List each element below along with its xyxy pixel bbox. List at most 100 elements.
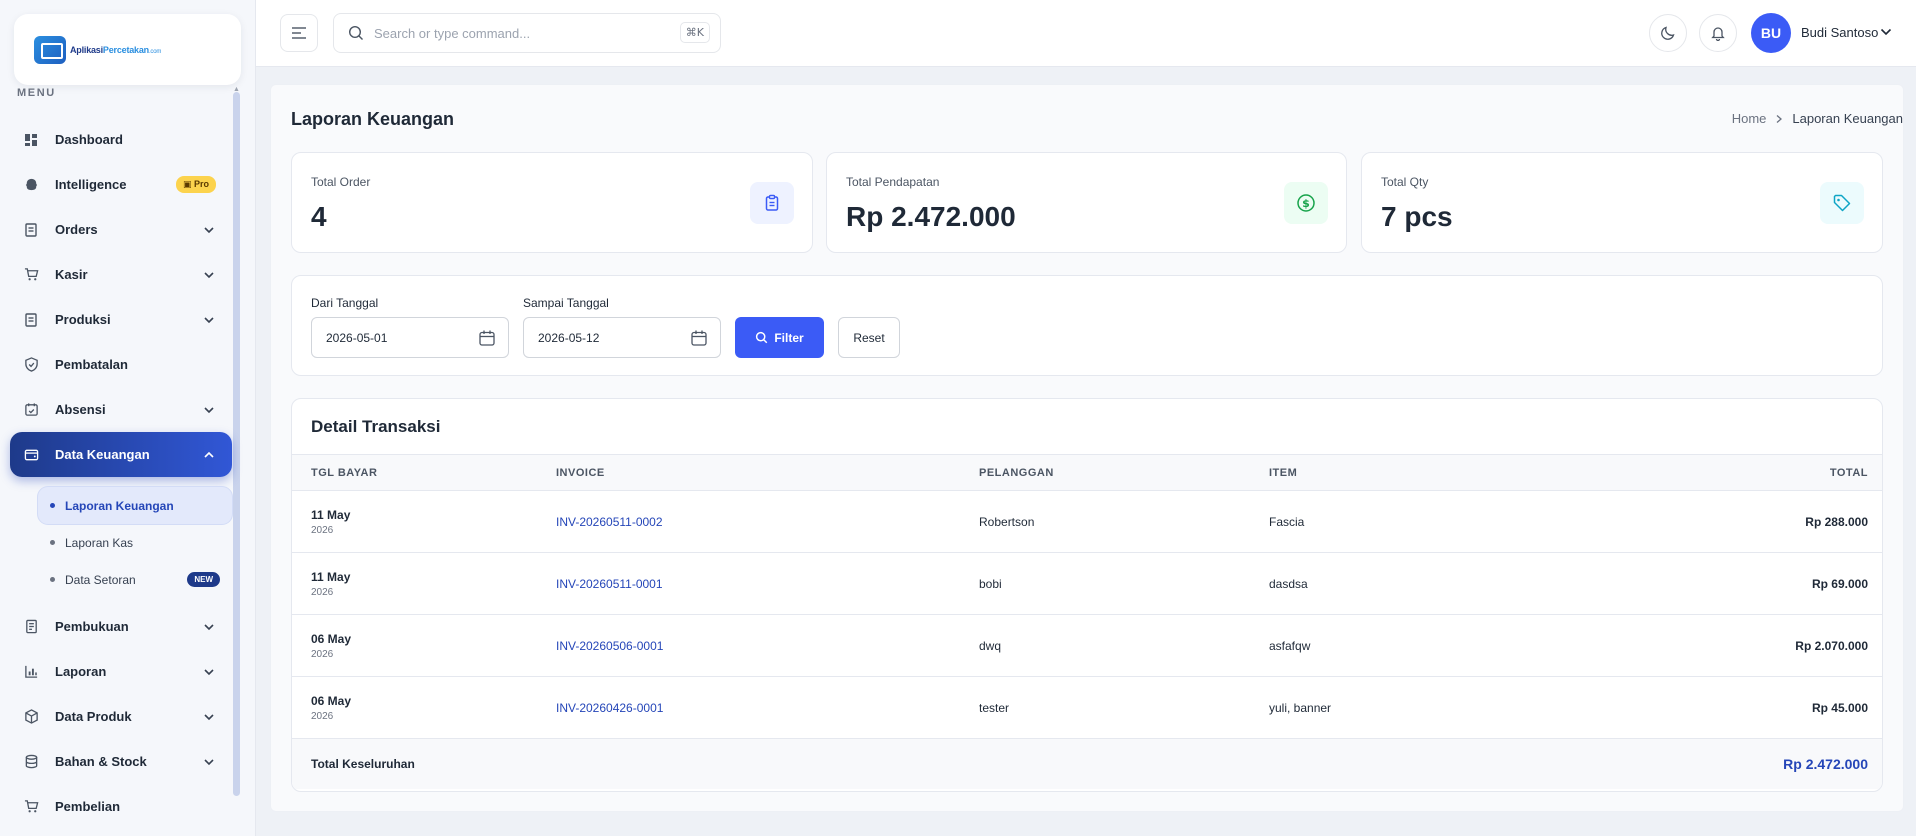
sidebar-item-data-produk[interactable]: Data Produk	[10, 694, 232, 739]
payment-date-cell: 06 May 2026	[292, 614, 556, 677]
payment-date-cell: 11 May 2026	[292, 552, 556, 615]
sidebar-subitem-laporan-kas[interactable]: Laporan Kas	[38, 524, 232, 561]
sidebar-item-dashboard[interactable]: Dashboard	[10, 117, 232, 162]
from-date-input[interactable]: 2026-05-01	[311, 317, 509, 358]
table-row: 06 May 2026 INV-20260426-0001 tester yuli…	[292, 676, 1882, 739]
svg-text:$: $	[1302, 197, 1310, 210]
sidebar-item-absensi[interactable]: Absensi	[10, 387, 232, 432]
user-name[interactable]: Budi Santoso	[1801, 25, 1878, 40]
chevron-down-icon	[204, 226, 214, 233]
customer-cell: dwq	[979, 614, 1269, 677]
page-title: Laporan Keuangan	[291, 109, 455, 129]
customer-cell: bobi	[979, 552, 1269, 615]
search-box[interactable]: ⌘K	[333, 13, 721, 53]
search-input[interactable]	[374, 25, 664, 41]
to-date-input[interactable]: 2026-05-12	[523, 317, 721, 358]
dashboard-icon	[23, 132, 39, 148]
invoice-link[interactable]: INV-20260511-0002	[556, 490, 979, 553]
book-icon	[23, 619, 39, 635]
logo-icon	[34, 35, 66, 64]
invoice-link[interactable]: INV-20260426-0001	[556, 676, 979, 739]
sidebar-item-pembatalan[interactable]: Pembatalan	[10, 342, 232, 387]
chevron-down-icon	[204, 271, 214, 278]
sidebar-subitem-data-setoran[interactable]: Data Setoran NEW	[38, 561, 232, 598]
sidebar-item-intelligence[interactable]: Intelligence ▣ Pro	[10, 162, 232, 207]
sidebar-item-label: Data Produk	[55, 709, 132, 724]
main-content: Laporan Keuangan Home Laporan Keuangan T…	[270, 84, 1904, 812]
column-header: ITEM	[1269, 454, 1569, 491]
menu-toggle-button[interactable]	[280, 14, 318, 52]
data-keuangan-submenu: Laporan Keuangan Laporan Kas Data Setora…	[10, 487, 232, 598]
sidebar-item-orders[interactable]: Orders	[10, 207, 232, 252]
from-date-value: 2026-05-01	[326, 330, 388, 345]
transactions-table: TGL BAYAR INVOICE PELANGGAN ITEM TOTAL 1…	[292, 454, 1882, 789]
sidebar-item-kasir[interactable]: Kasir	[10, 252, 232, 297]
breadcrumb-home-link[interactable]: Home	[1732, 111, 1767, 126]
sidebar: AplikasiPercetakan.com MENU ▲ Dashboard …	[0, 0, 256, 836]
bell-icon	[1711, 27, 1725, 41]
item-cell: yuli, banner	[1269, 676, 1569, 739]
date-year: 2026	[311, 648, 334, 660]
sidebar-item-label: Laporan	[55, 664, 107, 679]
total-cell: Rp 45.000	[1569, 676, 1882, 739]
breadcrumb: Home Laporan Keuangan	[1703, 111, 1903, 126]
logo[interactable]: AplikasiPercetakan.com	[14, 14, 241, 85]
box-icon	[23, 709, 39, 725]
sidebar-subitem-laporan-keuangan[interactable]: Laporan Keuangan	[38, 487, 232, 524]
bullet-icon	[50, 503, 55, 508]
reset-button[interactable]: Reset	[838, 317, 900, 358]
sidebar-item-bahan-stock[interactable]: Bahan & Stock	[10, 739, 232, 784]
calendar-icon[interactable]	[690, 329, 708, 347]
customer-cell: Robertson	[979, 490, 1269, 553]
chevron-down-icon	[204, 668, 214, 675]
chevron-right-icon	[1776, 114, 1783, 123]
invoice-link[interactable]: INV-20260506-0001	[556, 614, 979, 677]
sidebar-item-laporan[interactable]: Laporan	[10, 649, 232, 694]
bullet-icon	[50, 577, 55, 582]
chevron-down-icon	[204, 406, 214, 413]
sidebar-item-label: Intelligence	[55, 177, 127, 192]
sidebar-item-label: Produksi	[55, 312, 111, 327]
sidebar-item-data-keuangan[interactable]: Data Keuangan	[10, 432, 232, 477]
document-icon	[23, 312, 39, 328]
breadcrumb-current: Laporan Keuangan	[1792, 111, 1903, 126]
total-cell: Rp 288.000	[1569, 490, 1882, 553]
cart-icon	[23, 799, 39, 815]
sidebar-item-pembelian[interactable]: Pembelian	[10, 784, 232, 829]
notifications-button[interactable]	[1699, 14, 1737, 52]
grand-total-label: Total Keseluruhan	[292, 738, 1569, 789]
pro-badge: ▣ Pro	[175, 176, 216, 193]
chevron-down-icon	[204, 623, 214, 630]
chevron-down-icon[interactable]	[1879, 25, 1893, 39]
table-footer-row: Total Keseluruhan Rp 2.472.000	[292, 738, 1882, 789]
table-row: 11 May 2026 INV-20260511-0001 bobi dasdsa…	[292, 552, 1882, 615]
sidebar-subitem-label: Laporan Keuangan	[65, 498, 174, 513]
top-header: ⌘K BU Budi Santoso	[256, 0, 1916, 67]
dark-mode-toggle[interactable]	[1649, 14, 1687, 52]
stat-label: Total Qty	[1381, 175, 1429, 189]
shield-check-icon	[23, 357, 39, 373]
search-shortcut-hint: ⌘K	[679, 22, 710, 43]
sidebar-scrollbar[interactable]	[233, 92, 240, 796]
date-day: 06 May	[311, 631, 352, 646]
stat-card-total-pendapatan: Total Pendapatan Rp 2.472.000 $	[826, 152, 1347, 253]
chevron-up-icon	[204, 451, 214, 458]
stat-card-total-order: Total Order 4	[291, 152, 813, 253]
filter-button[interactable]: Filter	[735, 317, 824, 358]
calendar-icon[interactable]	[478, 329, 496, 347]
column-header: TOTAL	[1569, 454, 1882, 491]
sidebar-nav: Dashboard Intelligence ▣ Pro Orders Kasi…	[10, 117, 232, 829]
sidebar-subitem-label: Data Setoran	[65, 572, 136, 587]
sidebar-item-produksi[interactable]: Produksi	[10, 297, 232, 342]
invoice-link[interactable]: INV-20260511-0001	[556, 552, 979, 615]
date-day: 11 May	[311, 507, 351, 522]
sidebar-item-pembukuan[interactable]: Pembukuan	[10, 604, 232, 649]
hamburger-icon	[292, 27, 306, 39]
date-year: 2026	[311, 586, 334, 598]
transactions-title: Detail Transaksi	[311, 417, 441, 436]
date-day: 11 May	[311, 569, 351, 584]
database-icon	[23, 754, 39, 770]
sidebar-item-label: Data Keuangan	[55, 447, 150, 462]
from-date-label: Dari Tanggal	[311, 296, 379, 310]
avatar[interactable]: BU	[1751, 13, 1791, 53]
